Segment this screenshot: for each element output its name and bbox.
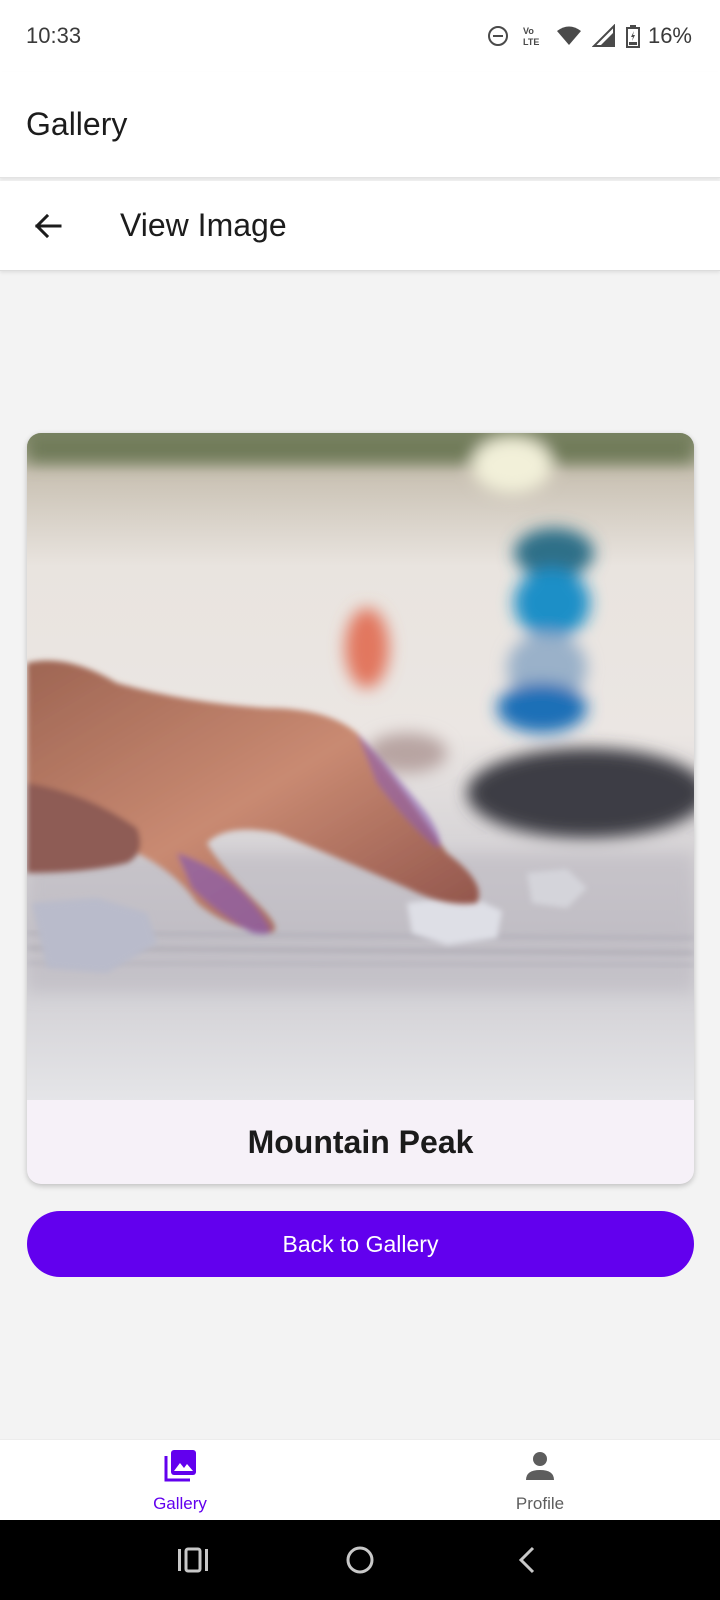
home-icon[interactable] [320,1520,400,1600]
app-bar: Gallery [0,72,720,178]
volte-icon: Vo LTE [520,24,546,48]
status-icons: Vo LTE 16% [486,23,692,49]
nav-item-gallery[interactable]: Gallery [0,1440,360,1520]
signal-icon [591,24,616,48]
person-icon [521,1447,559,1490]
system-navigation-bar [0,1520,720,1600]
recent-apps-icon[interactable] [153,1520,233,1600]
nav-label-profile: Profile [515,1493,565,1513]
page-title: View Image [120,207,287,243]
photo-library-icon [161,1447,199,1490]
back-to-gallery-button[interactable]: Back to Gallery [27,1211,694,1277]
view-image-toolbar: View Image [0,181,720,271]
nav-label-gallery: Gallery [153,1493,207,1513]
svg-text:LTE: LTE [523,37,539,47]
app-title: Gallery [26,106,128,142]
battery-icon [625,24,640,48]
svg-text:Vo: Vo [523,26,534,36]
battery-percent: 16% [647,23,692,48]
status-time: 10:33 [26,23,82,48]
wifi-icon [556,24,582,48]
do-not-disturb-icon [486,24,510,48]
nav-item-profile[interactable]: Profile [360,1440,720,1520]
image-card: Mountain Peak [27,433,694,1184]
status-bar: 10:33 Vo LTE 16% [0,0,720,72]
back-arrow-icon[interactable] [0,181,96,271]
system-back-icon[interactable] [487,1520,567,1600]
gallery-image [27,433,694,1100]
bottom-navigation: Gallery Profile [0,1439,720,1520]
image-caption: Mountain Peak [247,1123,474,1160]
